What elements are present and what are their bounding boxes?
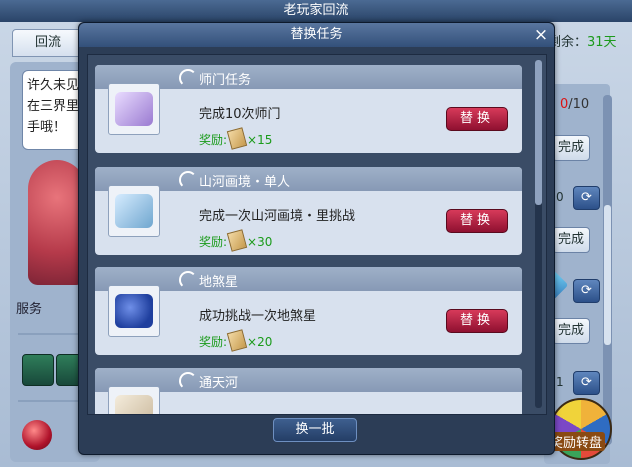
swap-button[interactable]: 替换 [446, 107, 508, 131]
progress-count: 0/10 [560, 97, 589, 112]
task-description: 成功挑战一次地煞星 [199, 309, 317, 324]
ticket-icon [226, 329, 248, 352]
refresh-icon[interactable]: ⟳ [573, 186, 600, 210]
shark-icon [108, 185, 160, 237]
reward-wheel-label[interactable]: 奖励转盘 [547, 432, 606, 451]
task-item: 通天河 [95, 368, 522, 414]
task-list: 师门任务 完成10次师门 奖励: ×15 替换 山河画境・单人 完成一次山河画境・… [87, 54, 547, 415]
task-item: 地煞星 成功挑战一次地煞星 奖励: ×20 替换 [95, 267, 522, 355]
progress-total: /10 [568, 97, 590, 112]
done-button[interactable]: 完成 [552, 318, 590, 344]
swap-button[interactable]: 替换 [446, 309, 508, 333]
reward-count: ×30 [247, 235, 273, 249]
ticket-icon [226, 229, 248, 252]
task-description: 完成10次师门 [199, 107, 281, 122]
side-number: 0 [556, 190, 564, 204]
tab-return[interactable]: 回流 [12, 29, 84, 57]
swap-button[interactable]: 替换 [446, 209, 508, 233]
feather-icon [108, 386, 160, 414]
swirl-icon [179, 69, 197, 87]
task-reward: 奖励: ×15 [199, 127, 273, 150]
remaining-days: 剩余：31天 [548, 31, 617, 50]
background-scrollbar[interactable] [603, 95, 612, 445]
swirl-icon [179, 372, 197, 390]
refresh-icon[interactable]: ⟳ [573, 371, 600, 395]
reward-label: 奖励: [199, 133, 228, 147]
replace-task-dialog: 替换任务 × 师门任务 完成10次师门 奖励: ×15 替换 山河画境・单人 完成… [78, 22, 555, 455]
dialog-title: 替换任务 [79, 23, 554, 47]
task-icon-picture [115, 395, 153, 414]
task-icon-picture [115, 92, 153, 126]
done-button[interactable]: 完成 [552, 135, 590, 161]
scrollbar-thumb[interactable] [535, 60, 542, 205]
scrollbar-thumb[interactable] [604, 205, 611, 345]
side-number: 1 [556, 375, 564, 389]
task-reward: 奖励: ×30 [199, 229, 273, 252]
scroll-icon [108, 83, 160, 135]
remaining-days-value: 31天 [587, 35, 617, 50]
task-description: 完成一次山河画境・里挑战 [199, 209, 356, 224]
swirl-icon [179, 271, 197, 289]
close-icon[interactable]: × [532, 25, 550, 45]
skill-icon[interactable] [22, 354, 54, 386]
refresh-icon[interactable]: ⟳ [573, 279, 600, 303]
npc-speech-bubble: 许久未见在三界里手哦！ [22, 70, 84, 150]
divider [18, 333, 78, 335]
reward-label: 奖励: [199, 235, 228, 249]
window-title: 老玩家回流 [0, 0, 632, 23]
red-orb-icon[interactable] [22, 420, 52, 450]
reward-count: ×15 [247, 133, 273, 147]
task-name: 通天河 [199, 376, 239, 391]
task-list-scrollbar[interactable] [535, 60, 542, 408]
ticket-icon [226, 127, 248, 150]
task-icon-picture [115, 194, 153, 228]
service-label: 服务 [16, 302, 43, 317]
reward-label: 奖励: [199, 335, 228, 349]
task-name: 地煞星 [199, 275, 239, 290]
refresh-batch-button[interactable]: 换一批 [273, 418, 357, 442]
reward-count: ×20 [247, 335, 273, 349]
task-item: 师门任务 完成10次师门 奖励: ×15 替换 [95, 65, 522, 153]
task-icon-picture [115, 294, 153, 328]
star-map-icon [108, 285, 160, 337]
swirl-icon [179, 171, 197, 189]
task-item: 山河画境・单人 完成一次山河画境・里挑战 奖励: ×30 替换 [95, 167, 522, 255]
divider [18, 400, 78, 402]
task-name: 山河画境・单人 [199, 175, 291, 190]
done-button[interactable]: 完成 [552, 227, 590, 253]
task-reward: 奖励: ×20 [199, 329, 273, 352]
task-name: 师门任务 [199, 73, 252, 88]
